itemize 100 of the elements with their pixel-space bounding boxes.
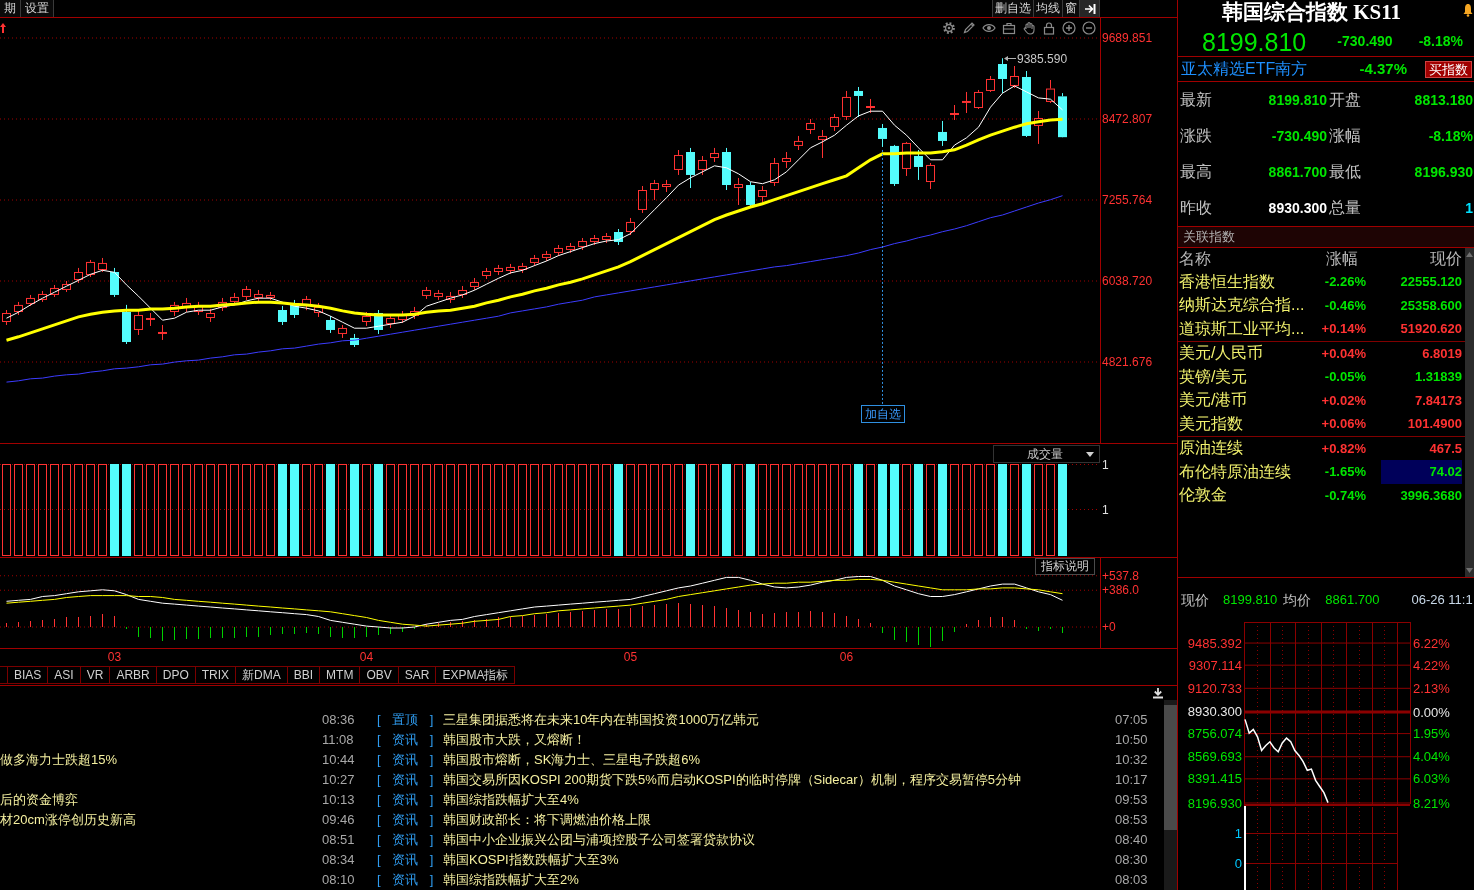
candle [398, 310, 407, 324]
axis-label: 0 [1234, 856, 1242, 871]
indicator-tab[interactable]: BIAS [8, 665, 49, 684]
menu-item[interactable]: 均线 [1033, 0, 1062, 17]
index-name[interactable]: 英镑/美元 [1178, 364, 1306, 389]
candle [14, 301, 23, 316]
price-value: 101.4900 [1406, 415, 1462, 433]
field-value: -8.18% [1427, 126, 1474, 146]
news-headline[interactable]: 韩国KOSPI指数跌幅扩大至3% [443, 852, 619, 868]
arrow-to-bar-icon [1083, 2, 1096, 15]
plus-circle-icon[interactable] [1062, 21, 1076, 35]
percent-change: -4.37% [1359, 61, 1407, 77]
settings-icon[interactable] [942, 21, 956, 35]
index-name[interactable]: 美元/港币 [1178, 388, 1306, 413]
candle [710, 147, 719, 163]
minus-circle-icon[interactable] [1082, 21, 1096, 35]
candle [674, 149, 683, 176]
add-to-watchlist-button[interactable]: 加自选 [860, 405, 905, 423]
axis-label: 8.21% [1413, 795, 1450, 811]
menu-item[interactable]: 窗 [1062, 0, 1079, 17]
index-name[interactable]: 纳斯达克综合指... [1178, 293, 1306, 318]
news-headline[interactable]: 韩国中小企业振兴公团与浦项控股子公司签署贷款协议 [443, 832, 755, 848]
news-headline[interactable]: 韩国股市大跌，又熔断！ [443, 732, 586, 748]
candle [614, 228, 623, 246]
field-value: 8199.810 [1223, 591, 1278, 610]
briefcase-icon[interactable] [1002, 21, 1016, 35]
menu-item[interactable]: 期 [0, 0, 21, 17]
bell-icon[interactable] [1463, 3, 1473, 17]
scrollbar[interactable] [1164, 700, 1177, 890]
axis-label: 9485.392 [1187, 635, 1242, 651]
percent-change: -0.74% [1323, 486, 1366, 505]
lock-icon[interactable] [1042, 21, 1056, 35]
hand-icon[interactable] [1022, 21, 1036, 35]
news-headline[interactable]: 韩国股市熔断，SK海力士、三星电子跌超6% [443, 752, 701, 768]
candle [134, 309, 143, 336]
axis-label: 1.95% [1413, 726, 1450, 742]
indicator-tab[interactable]: MTM [320, 665, 361, 684]
indicator-tab[interactable]: OBV [360, 665, 399, 684]
news-headline[interactable]: 韩国交易所因KOSPI 200期货下跌5%而启动KOSPI的临时停牌（Sidecar）机制，程序交易暂停5分钟 [443, 772, 1021, 788]
download-icon[interactable] [1152, 687, 1164, 699]
caret-down-icon[interactable] [1466, 568, 1473, 573]
candle [2, 309, 11, 326]
buy-index-button[interactable]: 买指数 [1425, 60, 1472, 78]
news-time: 10:13 [322, 792, 355, 808]
percent-change: -0.05% [1323, 368, 1366, 386]
candle [530, 254, 539, 267]
indicator-selector[interactable]: 成交量 [993, 445, 1100, 463]
scrollbar[interactable] [1465, 248, 1474, 577]
index-name[interactable]: 美元指数 [1178, 411, 1306, 436]
index-name[interactable]: 美元/人民币 [1178, 341, 1306, 366]
eye-icon[interactable] [982, 21, 996, 35]
axis-label: 6.03% [1413, 771, 1450, 787]
indicator-tab[interactable]: ASI [48, 665, 81, 684]
scrollbar-thumb[interactable] [1164, 705, 1177, 830]
indicator-help-button[interactable]: 指标说明 [1035, 558, 1095, 575]
percent-change: -0.46% [1323, 296, 1366, 315]
candle [842, 90, 851, 121]
news-headline[interactable]: 韩国综指跌幅扩大至4% [443, 792, 579, 808]
price-value: 74.02 [1381, 460, 1462, 484]
axis-label: 4.22% [1413, 657, 1450, 673]
menu-item[interactable]: 删自选 [992, 0, 1033, 17]
index-name[interactable]: 香港恒生指数 [1178, 269, 1306, 294]
candle [494, 264, 503, 276]
index-name[interactable]: 道琼斯工业平均... [1178, 316, 1306, 341]
news-time: 08:40 [1115, 832, 1148, 848]
indicator-tab[interactable]: 新DMA [236, 665, 288, 684]
collapse-panel-button[interactable] [1079, 0, 1099, 17]
indicator-tab[interactable]: ARBR [110, 665, 157, 684]
pen-icon[interactable] [962, 21, 976, 35]
indicator-tab[interactable]: VR [80, 665, 111, 684]
news-headline[interactable]: 三星集团据悉将在未来10年内在韩国投资1000万亿韩元 [443, 712, 760, 728]
fund-link[interactable]: 亚太精选ETF南方 [1181, 57, 1308, 81]
news-time: 10:17 [1115, 772, 1148, 788]
axis-label: 9689.851 [1102, 31, 1153, 45]
menu-item[interactable]: 设置 [21, 0, 54, 17]
candle [254, 289, 263, 302]
news-tag: [ 资讯 ] [377, 772, 434, 788]
candle [50, 284, 59, 298]
news-headline[interactable]: 后的资金博弈 [0, 792, 78, 808]
caret-up-icon[interactable] [1466, 252, 1473, 257]
candle [1046, 79, 1055, 104]
news-headline[interactable]: 材20cm涨停创历史新高 [0, 812, 136, 828]
news-headline[interactable]: 做多海力士跌超15% [0, 752, 118, 768]
candle [374, 309, 383, 335]
index-name[interactable]: 布伦特原油连续 [1178, 459, 1306, 484]
indicator-tab[interactable]: EXPMA指标 [436, 665, 516, 684]
news-headline[interactable]: 韩国综指跌幅扩大至2% [443, 872, 579, 888]
news-headline[interactable]: 韩国财政部长：将下调燃油价格上限 [443, 812, 651, 828]
indicator-tab[interactable]: BBI [287, 665, 321, 684]
indicator-tab[interactable]: SAR [398, 665, 437, 684]
candle [338, 324, 347, 339]
axis-label: 9307.114 [1188, 657, 1242, 673]
indicator-tab[interactable]: DPO [156, 665, 196, 684]
news-time: 08:36 [322, 712, 355, 728]
index-name[interactable]: 原油连续 [1178, 436, 1306, 461]
field-value: 8861.700 [1267, 162, 1327, 182]
indicator-tab[interactable]: TRIX [195, 665, 237, 684]
candle [986, 75, 995, 93]
index-name[interactable]: 伦敦金 [1178, 483, 1306, 508]
price-change: -730.490 [1337, 32, 1393, 51]
